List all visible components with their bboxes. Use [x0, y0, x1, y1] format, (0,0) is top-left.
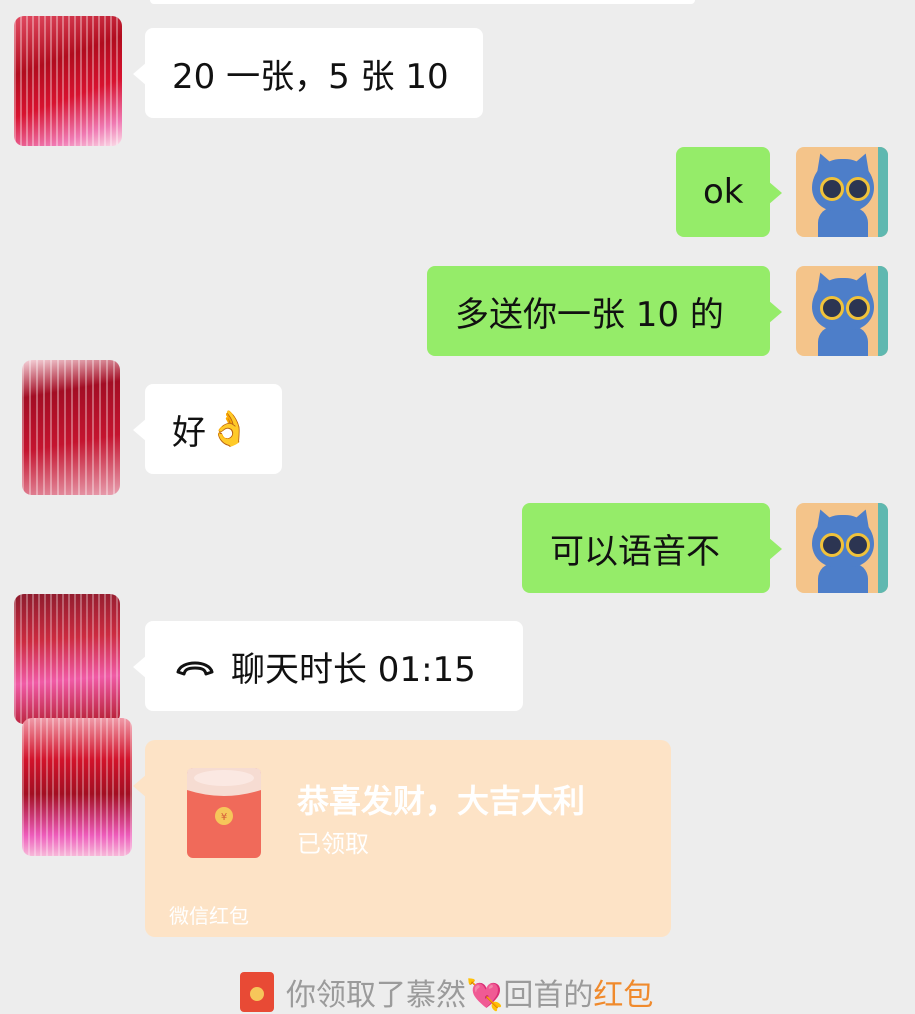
sunglasses-right-lens [846, 177, 870, 201]
previous-message-bubble-edge [150, 0, 695, 4]
red-packet-footer: 微信红包 [169, 904, 249, 928]
sunglasses-left-lens [820, 296, 844, 320]
sunglasses-left-lens [820, 533, 844, 557]
red-envelope-icon [240, 972, 274, 1012]
message-text: 多送你一张 10 的 [455, 294, 724, 335]
message-bubble-outgoing[interactable]: 可以语音不 [522, 503, 782, 593]
contact-avatar[interactable] [22, 360, 120, 495]
message-bubble-incoming[interactable]: 20 一张，5 张 10 [133, 28, 483, 118]
cat-body-shape [818, 207, 868, 237]
message-text: 可以语音不 [550, 531, 720, 572]
cat-body-shape [818, 326, 868, 356]
red-packet-card[interactable]: ¥ 恭喜发财，大吉大利 已领取 微信红包 [133, 740, 671, 937]
message-bubble-outgoing[interactable]: 多送你一张 10 的 [427, 266, 782, 356]
red-envelope-icon: ¥ [187, 768, 261, 858]
system-notice-suffix: 回首的 [503, 978, 594, 1013]
message-text: 20 一张，5 张 10 [172, 56, 449, 97]
call-record-bubble[interactable]: 聊天时长 01:15 [133, 621, 523, 711]
my-avatar[interactable] [796, 503, 888, 593]
system-notice-sender-name: 慕然💘 [406, 978, 504, 1013]
avatar-background-stripe [878, 147, 888, 237]
avatar-background-stripe [878, 266, 888, 356]
contact-avatar[interactable] [22, 718, 132, 856]
avatar-background-stripe [878, 503, 888, 593]
system-notice: 你领取了 慕然💘 回首的 红包 [240, 970, 653, 1014]
phone-hangup-icon [176, 661, 214, 676]
cat-body-shape [818, 563, 868, 593]
message-bubble-outgoing[interactable]: ok [676, 147, 782, 237]
sunglasses-left-lens [820, 177, 844, 201]
red-packet-link[interactable]: 红包 [593, 970, 653, 1014]
svg-text:¥: ¥ [221, 812, 227, 823]
system-notice-prefix: 你领取了 [286, 978, 406, 1013]
contact-avatar[interactable] [14, 594, 120, 724]
message-text: 好 [172, 412, 206, 453]
ok-hand-emoji: 👌 [208, 409, 251, 449]
message-text: ok [703, 172, 744, 212]
contact-avatar[interactable] [14, 16, 122, 146]
red-packet-title: 恭喜发财，大吉大利 [297, 782, 586, 820]
message-bubble-incoming[interactable]: 好 👌 [133, 384, 282, 474]
my-avatar[interactable] [796, 147, 888, 237]
red-packet-status: 已领取 [297, 830, 369, 858]
sunglasses-right-lens [846, 533, 870, 557]
sunglasses-right-lens [846, 296, 870, 320]
call-duration-text: 聊天时长 01:15 [231, 649, 476, 690]
my-avatar[interactable] [796, 266, 888, 356]
